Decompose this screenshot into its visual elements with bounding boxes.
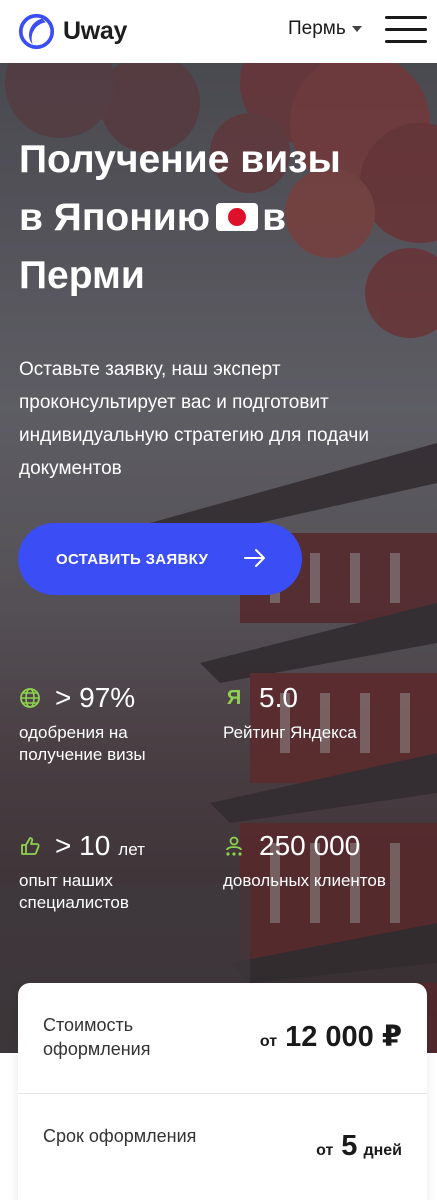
stat-description: Рейтинг Яндекса xyxy=(223,723,357,742)
logo-mark-icon xyxy=(18,13,55,50)
stat-value: > 97% xyxy=(55,682,136,713)
pricing-card: Стоимость оформления от 12 000 ₽ Срок оф… xyxy=(18,983,427,1200)
brand-logo[interactable]: Uway xyxy=(18,13,127,50)
term-label: Срок оформления xyxy=(43,1126,197,1146)
hero-section: Получение визы в Японию в Перми Оставьте … xyxy=(0,63,437,1053)
submit-request-button[interactable]: ОСТАВИТЬ ЗАЯВКУ xyxy=(18,523,302,595)
stat-unit: лет xyxy=(118,840,145,859)
title-line-1: Получение визы xyxy=(19,138,341,181)
city-name: Пермь xyxy=(288,18,346,39)
hamburger-icon-line xyxy=(385,40,427,43)
stat-value: > 10 xyxy=(55,830,111,861)
stat-clients: 250 000 довольных клиентов xyxy=(223,826,393,892)
stat-description: довольных клиентов xyxy=(223,871,386,890)
thumbs-up-icon xyxy=(21,837,40,855)
term-prefix: от xyxy=(316,1142,334,1159)
stat-value: 5.0 xyxy=(259,682,298,713)
stat-value: 250 000 xyxy=(259,830,361,861)
cta-label: ОСТАВИТЬ ЗАЯВКУ xyxy=(56,550,209,568)
site-header: Uway Пермь xyxy=(0,0,437,63)
term-value-group: от 5 дней xyxy=(316,1130,402,1163)
hamburger-icon-line xyxy=(385,28,427,31)
stat-description: опыт наших специалистов xyxy=(19,871,129,912)
brand-name: Uway xyxy=(63,17,128,45)
cost-value-group: от 12 000 ₽ xyxy=(260,1019,402,1054)
hamburger-icon-line xyxy=(385,16,427,19)
japan-flag-icon xyxy=(216,202,259,231)
title-line-3: Перми xyxy=(19,254,145,297)
term-value: 5 xyxy=(341,1130,358,1162)
stat-approval: > 97% одобрения на получение визы xyxy=(19,678,189,766)
title-line-2a: в Японию xyxy=(19,196,211,239)
stat-yandex-rating: Я 5.0 Рейтинг Яндекса xyxy=(223,678,393,744)
cost-row: Стоимость оформления от 12 000 ₽ xyxy=(18,983,427,1093)
stat-description: одобрения на получение визы xyxy=(19,723,146,764)
chevron-down-icon xyxy=(351,26,362,32)
yandex-icon: Я xyxy=(226,686,242,709)
city-selector[interactable]: Пермь xyxy=(288,18,362,40)
cost-label: Стоимость оформления xyxy=(43,1015,151,1059)
globe-icon xyxy=(20,688,40,708)
cost-prefix: от xyxy=(259,1033,278,1050)
page-title: Получение визы в Японию в Перми xyxy=(19,131,419,305)
term-unit: дней xyxy=(363,1142,402,1159)
hero-subtitle: Оставьте заявку, наш эксперт проконсульт… xyxy=(19,359,369,479)
title-line-2b: в xyxy=(262,196,287,239)
arrow-right-icon xyxy=(244,549,265,567)
term-row: Срок оформления от 5 дней xyxy=(18,1093,427,1200)
menu-button[interactable] xyxy=(385,16,427,44)
clients-icon xyxy=(226,836,242,856)
stat-experience: > 10 лет опыт наших специалистов xyxy=(19,826,189,914)
cost-value: 12 000 ₽ xyxy=(285,1021,402,1053)
